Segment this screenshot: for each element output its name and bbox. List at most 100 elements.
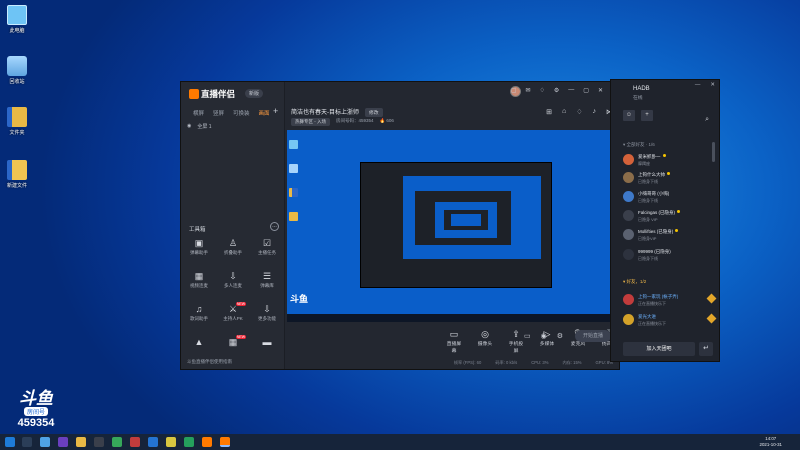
start-icon[interactable] [5,437,15,447]
douyu-room-watermark: 斗鱼 房间号 459354 [12,389,60,429]
search-icon[interactable]: ⌕ [705,116,709,124]
record-icon[interactable]: ▭ [524,332,531,340]
tab-scene[interactable]: 画面 [259,109,270,117]
friend-item[interactable]: Mollifties (已隐身) 已隐身VIP [623,228,713,243]
app-icon[interactable] [94,437,104,447]
douyu-logo: 斗鱼 [19,389,53,408]
phone-icon: ⇪ [512,329,520,339]
room-actions: ⊞ ⌂ ♢ ♪ ⋈ [546,108,613,116]
mail-icon[interactable]: ✉ [525,87,530,94]
friend-item[interactable]: 上钩什么大帅 已隐身下线 [623,171,713,186]
tool-fold-assistant[interactable]: ♙ 折叠助手 [219,237,247,256]
message-icon[interactable]: ▢ [511,87,517,94]
add-friend-icon[interactable]: + [641,110,653,121]
friends-section-header[interactable]: ▾ 好友，1/2 [623,279,646,285]
tab-landscape[interactable]: 横屏 [193,109,204,117]
scene-source-row[interactable]: ◉ 全屏 1 [187,123,212,130]
exit-icon[interactable]: ↵ [699,342,713,356]
tool-multi-link[interactable]: ⇩ 多人连麦 [219,270,247,289]
tool-icon: ▲ [194,337,204,347]
tool-lyrics-assistant[interactable]: ♫ 歌词助手 [185,303,213,322]
usage-guide-link[interactable]: 斗鱼直播伴侣使用指南 [187,359,232,365]
friend-item[interactable]: 999999 (已隐身) 已隐身下线 [623,248,713,263]
vip-icon [677,210,681,213]
stream-preview[interactable]: 斗鱼 [287,130,617,322]
clock[interactable]: 14:07 2021-10-31 [760,436,782,448]
friends-window-controls: — ✕ [695,82,715,88]
room-label: 房间号 [23,407,48,416]
friend-item[interactable]: 爱光大进 正在直播快乐下 [623,313,717,328]
desktop-icon-new-file[interactable]: 新建文件 [2,160,32,189]
tool-streamer-tasks[interactable]: ☑ 主播任务 [253,237,281,256]
avatar [623,191,634,202]
friend-item[interactable]: 小嗨哥哥 (小嗨) 已隐身下线 [623,190,713,205]
edit-title-button[interactable]: 修改 [365,108,383,117]
window-controls: ▢ ✉ ♢ ⚙ — ▢ ✕ [511,87,603,94]
tool-more-features[interactable]: ⇩ 更多功能 [253,303,281,322]
maximize-icon[interactable]: ▢ [583,87,589,94]
app-icon[interactable] [112,437,122,447]
tool-host-pk[interactable]: NEW ⚔ 主持人PK [219,302,247,322]
friend-item[interactable]: 上钩一家玩 (帐子弄) 正在直播快乐下 [623,293,717,308]
friends-section-header[interactable]: ▾ 全部好友 · 1/6 [623,142,655,148]
app-icon[interactable] [148,437,158,447]
add-scene-button[interactable]: + [273,106,278,116]
friends-tabs: ☺ + [623,110,653,121]
desktop-icon-this-pc[interactable]: 此电脑 [2,5,32,34]
tool-icon: ⇩ [229,271,237,281]
room-title: 简洁也有春天-目标上浙师 修改 [291,107,383,117]
tool-extra-1[interactable]: ▲ [185,336,213,349]
vs-icon[interactable] [58,437,68,447]
tool-extra-2[interactable]: NEW ▦ [219,335,247,349]
room-category[interactable]: 热舞专区 - 入场 [291,118,330,126]
folder-icon [7,107,27,127]
screen-capture-button[interactable]: ▭ 直播屏幕 [445,328,463,354]
tool-extra-3[interactable]: ▬ [253,336,281,349]
tool-icon: ♙ [228,238,238,248]
desktop-icon-recycle-bin[interactable]: 回收站 [2,56,32,85]
room-number: 459354 [17,417,55,429]
bag-icon[interactable]: ⌂ [562,108,566,116]
tool-video-link[interactable]: ▦ 视频连麦 [185,270,213,289]
app-icon[interactable] [202,437,212,447]
friends-status[interactable]: 在线 [633,94,643,101]
friends-username: HADB [633,86,650,92]
settings-icon[interactable]: ⚙ [557,332,563,340]
close-icon[interactable]: ✕ [710,82,715,88]
app-icon[interactable] [166,437,176,447]
live-companion-taskbar-icon[interactable] [220,437,230,447]
bell-icon[interactable]: ♪ [593,108,597,116]
version-pill[interactable]: 新版 [245,89,264,98]
douyu-watermark-icon: 斗鱼 [290,294,309,304]
extra-controls: ▭ ◉ ⚙ [524,332,563,340]
gift-icon[interactable]: ⊞ [546,108,552,116]
app-icon[interactable] [130,437,140,447]
scene-source-label: 全屏 1 [197,124,212,130]
tab-portrait[interactable]: 竖屏 [213,109,224,117]
minimize-icon[interactable]: — [695,82,701,88]
monitor-icon: ▭ [449,329,459,339]
shirt-icon[interactable]: ♢ [540,87,545,94]
friends-tab-icon[interactable]: ☺ [623,110,635,121]
shirt-icon[interactable]: ♢ [576,108,582,116]
tool-danmu-library[interactable]: ☰ 弹幕库 [253,270,281,289]
settings-icon[interactable]: ⚙ [554,87,559,94]
edge-icon[interactable] [40,437,50,447]
friend-item[interactable]: 爱米抓卧一 摩羯座 [623,153,713,168]
folder-icon[interactable] [76,437,86,447]
phone-cast-button[interactable]: ⇪ 手机投屏 [507,328,525,354]
desktop-icon-folder-1[interactable]: 文件夹 [2,107,32,136]
tool-danmu-assistant[interactable]: ▣ 弹幕助手 [185,237,213,256]
minimize-icon[interactable]: — [568,87,574,94]
toolbox-more-button[interactable]: … [270,222,279,231]
eye-icon[interactable]: ◉ [187,123,191,130]
close-icon[interactable]: ✕ [598,87,603,94]
friend-item[interactable]: Falcingas (已隐身) 已隐身 VIP [623,209,713,224]
eye-icon[interactable]: ◉ [541,332,547,340]
join-group-button[interactable]: 加入天团吧 [623,342,695,356]
search-icon[interactable] [22,437,32,447]
camera-button[interactable]: ◎ 摄像头 [476,328,494,354]
app-icon[interactable] [184,437,194,447]
tab-dressup[interactable]: 可换装 [233,109,250,117]
start-live-button[interactable]: 开始直播 [575,330,611,342]
